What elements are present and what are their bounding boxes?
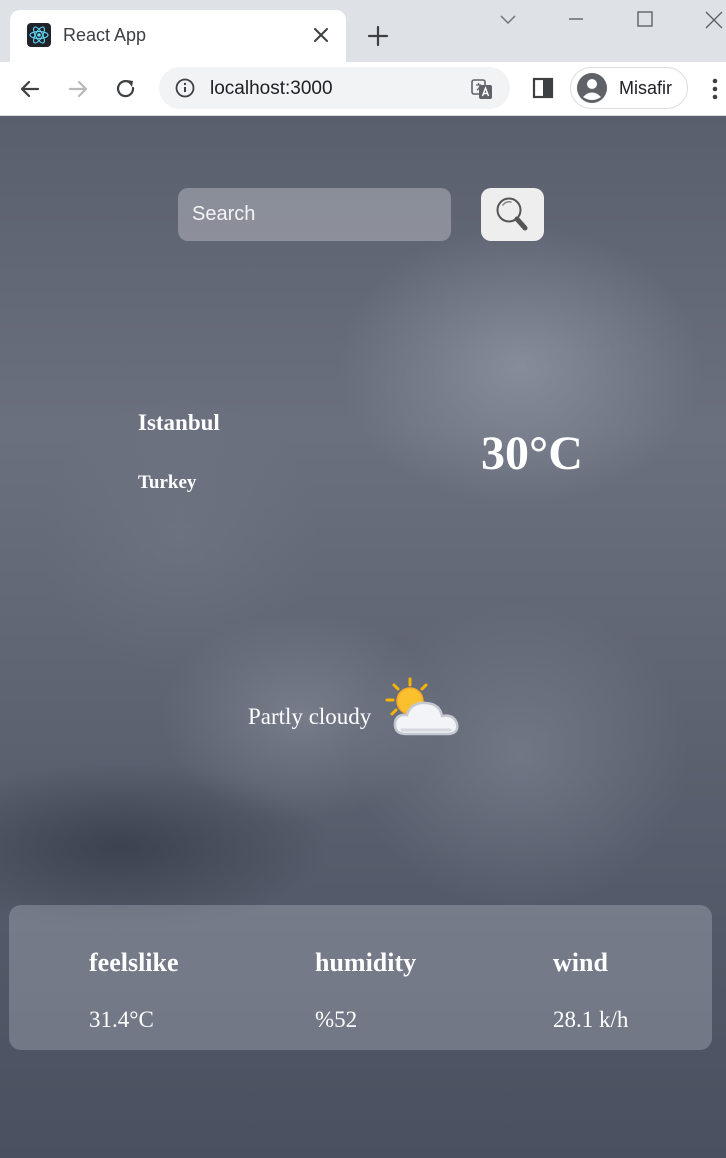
partly-cloudy-icon xyxy=(382,676,466,740)
new-tab-icon[interactable] xyxy=(366,24,390,48)
wind-label: wind xyxy=(553,948,608,977)
profile-name: Misafir xyxy=(619,78,672,98)
avatar-icon xyxy=(576,72,608,104)
address-bar[interactable]: localhost:3000 xyxy=(159,67,510,109)
browser-toolbar: localhost:3000 Misafir xyxy=(0,62,726,116)
minimize-icon[interactable] xyxy=(564,8,588,32)
weather-details-panel: feelslike 31.4°C humidity %52 wind 28.1 … xyxy=(9,905,712,1050)
site-info-icon[interactable] xyxy=(174,77,196,99)
humidity-value: %52 xyxy=(315,1007,358,1032)
city-name: Istanbul xyxy=(138,410,220,435)
tab-close-icon[interactable] xyxy=(311,25,331,45)
side-panel-icon[interactable] xyxy=(531,76,555,100)
current-temperature: 30°C xyxy=(481,427,583,480)
search-button[interactable] xyxy=(481,188,544,241)
browser-tab-active[interactable]: React App xyxy=(10,10,346,62)
magnifier-icon xyxy=(496,197,528,231)
feelslike-label: feelslike xyxy=(89,948,179,977)
search-input[interactable] xyxy=(178,188,451,241)
back-icon[interactable] xyxy=(17,76,43,102)
reload-icon[interactable] xyxy=(113,76,139,102)
forward-icon[interactable] xyxy=(65,76,91,102)
browser-tabstrip: React App xyxy=(0,0,726,62)
tab-search-chevron-icon[interactable] xyxy=(496,8,520,32)
tab-title: React App xyxy=(63,25,147,45)
feelslike-value: 31.4°C xyxy=(89,1007,154,1032)
window-close-icon[interactable] xyxy=(702,8,726,32)
country-name: Turkey xyxy=(138,472,197,493)
translate-icon[interactable] xyxy=(470,77,494,101)
humidity-label: humidity xyxy=(315,948,417,977)
maximize-icon[interactable] xyxy=(633,8,657,32)
weather-app: Istanbul Turkey 30°C Partly cloudy feels… xyxy=(0,116,726,1158)
wind-value: 28.1 k/h xyxy=(553,1007,629,1032)
browser-menu-icon[interactable] xyxy=(704,76,726,102)
react-favicon-icon xyxy=(27,23,51,47)
profile-button[interactable]: Misafir xyxy=(570,67,688,109)
url-text: localhost:3000 xyxy=(210,78,333,99)
condition-text: Partly cloudy xyxy=(248,704,372,729)
